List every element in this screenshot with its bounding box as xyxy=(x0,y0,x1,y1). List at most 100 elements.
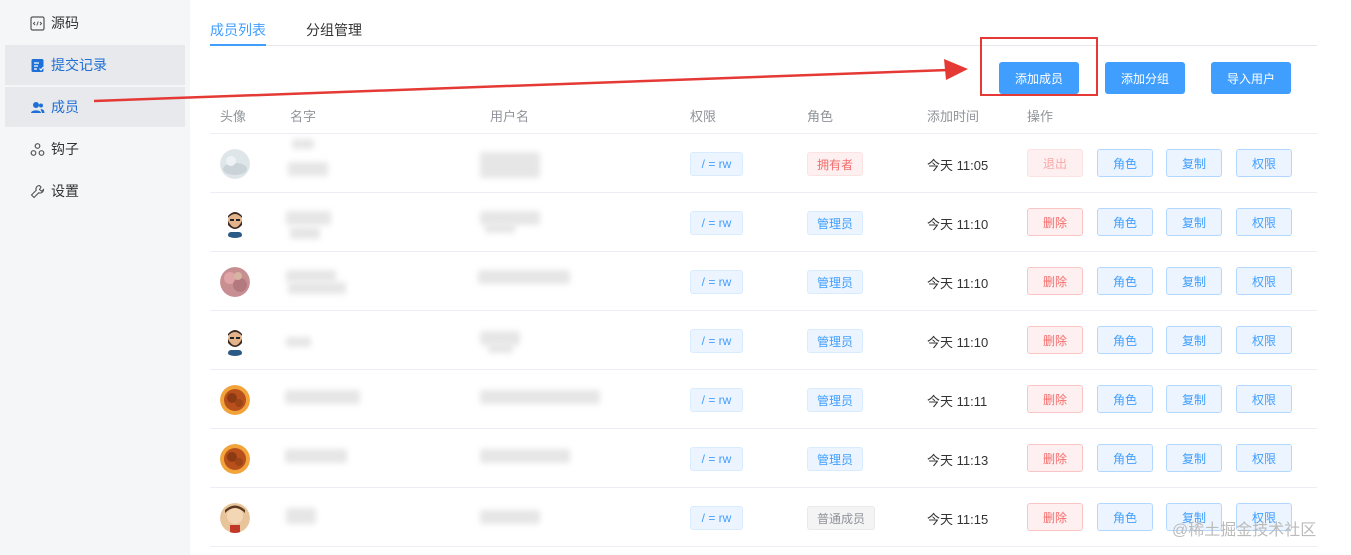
avatar xyxy=(220,267,250,297)
avatar xyxy=(220,503,250,533)
permission-tag[interactable]: / = rw xyxy=(690,270,743,294)
redacted-username xyxy=(478,270,570,284)
delete-button[interactable]: 删除 xyxy=(1027,208,1083,236)
sidebar-item-label: 成员 xyxy=(51,99,79,115)
added-time: 今天 11:05 xyxy=(927,158,989,173)
permission-tag[interactable]: / = rw xyxy=(690,388,743,412)
table-row: / = rw 管理员 今天 11:13 删除 角色 复制 权限 xyxy=(210,429,1317,488)
avatar xyxy=(220,385,250,415)
sidebar-item-label: 设置 xyxy=(51,183,79,199)
header-avatar: 头像 xyxy=(220,109,247,124)
redacted-name xyxy=(286,211,331,225)
added-time: 今天 11:10 xyxy=(927,335,989,350)
table-row: / = rw 管理员 今天 11:11 删除 角色 复制 权限 xyxy=(210,370,1317,429)
permission-button[interactable]: 权限 xyxy=(1236,326,1292,354)
user-icon xyxy=(29,99,45,115)
copy-button[interactable]: 复制 xyxy=(1166,326,1222,354)
sidebar-item-label: 钩子 xyxy=(51,141,79,157)
sidebar-item-members[interactable]: 成员 xyxy=(5,87,185,127)
redacted-name xyxy=(288,282,346,294)
role-tag: 管理员 xyxy=(807,329,864,353)
role-tag: 管理员 xyxy=(807,447,864,471)
role-button[interactable]: 角色 xyxy=(1097,267,1153,295)
redacted-name xyxy=(286,270,336,282)
copy-button[interactable]: 复制 xyxy=(1166,267,1222,295)
delete-button[interactable]: 删除 xyxy=(1027,385,1083,413)
sidebar-item-hooks[interactable]: 钩子 xyxy=(5,129,185,169)
delete-button[interactable]: 删除 xyxy=(1027,267,1083,295)
permission-tag[interactable]: / = rw xyxy=(690,329,743,353)
code-file-icon xyxy=(29,15,45,31)
add-group-button[interactable]: 添加分组 xyxy=(1105,62,1185,94)
role-button[interactable]: 角色 xyxy=(1097,208,1153,236)
added-time: 今天 11:15 xyxy=(927,512,989,527)
role-button[interactable]: 角色 xyxy=(1097,326,1153,354)
header-username: 用户名 xyxy=(490,109,530,124)
redacted-name xyxy=(288,162,328,176)
copy-button[interactable]: 复制 xyxy=(1166,444,1222,472)
redacted-username xyxy=(480,152,540,178)
watermark: @稀土掘金技术社区 xyxy=(1172,522,1317,539)
copy-button[interactable]: 复制 xyxy=(1166,385,1222,413)
permission-button[interactable]: 权限 xyxy=(1236,149,1292,177)
table-row: / = rw 普通成员 今天 11:15 删除 角色 复制 权限 xyxy=(210,488,1317,547)
table-header: 头像 名字 用户名 权限 角色 添加时间 操作 xyxy=(210,96,1317,134)
sidebar: 源码 提交记录 成员 钩子 设置 xyxy=(0,0,190,555)
sidebar-item-settings[interactable]: 设置 xyxy=(5,171,185,211)
avatar xyxy=(220,326,250,356)
role-tag: 管理员 xyxy=(807,270,864,294)
delete-button[interactable]: 删除 xyxy=(1027,326,1083,354)
delete-button[interactable]: 删除 xyxy=(1027,444,1083,472)
header-added-time: 添加时间 xyxy=(927,109,980,124)
copy-button[interactable]: 复制 xyxy=(1166,149,1222,177)
redacted-name xyxy=(292,139,314,149)
role-tag: 拥有者 xyxy=(807,152,864,176)
import-users-button[interactable]: 导入用户 xyxy=(1211,62,1291,94)
tab-member-list[interactable]: 成员列表 xyxy=(210,20,266,40)
redacted-name xyxy=(285,390,360,404)
sidebar-item-commits[interactable]: 提交记录 xyxy=(5,45,185,85)
permission-tag[interactable]: / = rw xyxy=(690,506,743,530)
permission-button[interactable]: 权限 xyxy=(1236,208,1292,236)
wrench-icon xyxy=(29,183,45,199)
webhook-icon xyxy=(29,141,45,157)
sidebar-item-source[interactable]: 源码 xyxy=(5,3,185,43)
table-row: / = rw 拥有者 今天 11:05 退出 角色 复制 权限 xyxy=(210,134,1317,193)
header-name: 名字 xyxy=(290,109,317,124)
permission-tag[interactable]: / = rw xyxy=(690,447,743,471)
active-tab-indicator xyxy=(210,44,266,46)
table-row: / = rw 管理员 今天 11:10 删除 角色 复制 权限 xyxy=(210,193,1317,252)
permission-tag[interactable]: / = rw xyxy=(690,211,743,235)
added-time: 今天 11:13 xyxy=(927,453,989,468)
permission-button[interactable]: 权限 xyxy=(1236,385,1292,413)
copy-button[interactable]: 复制 xyxy=(1166,208,1222,236)
added-time: 今天 11:11 xyxy=(927,394,988,409)
leave-button: 退出 xyxy=(1027,149,1083,177)
added-time: 今天 11:10 xyxy=(927,217,989,232)
redacted-username xyxy=(480,449,570,463)
header-actions: 操作 xyxy=(1027,109,1054,124)
added-time: 今天 11:10 xyxy=(927,276,989,291)
redacted-name xyxy=(286,508,316,524)
annotation-highlight-box xyxy=(980,37,1098,96)
role-button[interactable]: 角色 xyxy=(1097,149,1153,177)
permission-button[interactable]: 权限 xyxy=(1236,444,1292,472)
commit-log-icon xyxy=(29,57,45,73)
permission-tag[interactable]: / = rw xyxy=(690,152,743,176)
redacted-username xyxy=(480,510,540,524)
header-role: 角色 xyxy=(807,109,834,124)
role-tag: 管理员 xyxy=(807,388,864,412)
role-tag: 普通成员 xyxy=(807,506,876,530)
role-button[interactable]: 角色 xyxy=(1097,503,1153,531)
role-button[interactable]: 角色 xyxy=(1097,444,1153,472)
tab-group-management[interactable]: 分组管理 xyxy=(306,20,362,40)
role-button[interactable]: 角色 xyxy=(1097,385,1153,413)
permission-button[interactable]: 权限 xyxy=(1236,267,1292,295)
avatar xyxy=(220,444,250,474)
redacted-name xyxy=(286,337,311,347)
delete-button[interactable]: 删除 xyxy=(1027,503,1083,531)
role-tag: 管理员 xyxy=(807,211,864,235)
table-row: / = rw 管理员 今天 11:10 删除 角色 复制 权限 xyxy=(210,252,1317,311)
header-permission: 权限 xyxy=(690,109,717,124)
avatar xyxy=(220,208,250,238)
